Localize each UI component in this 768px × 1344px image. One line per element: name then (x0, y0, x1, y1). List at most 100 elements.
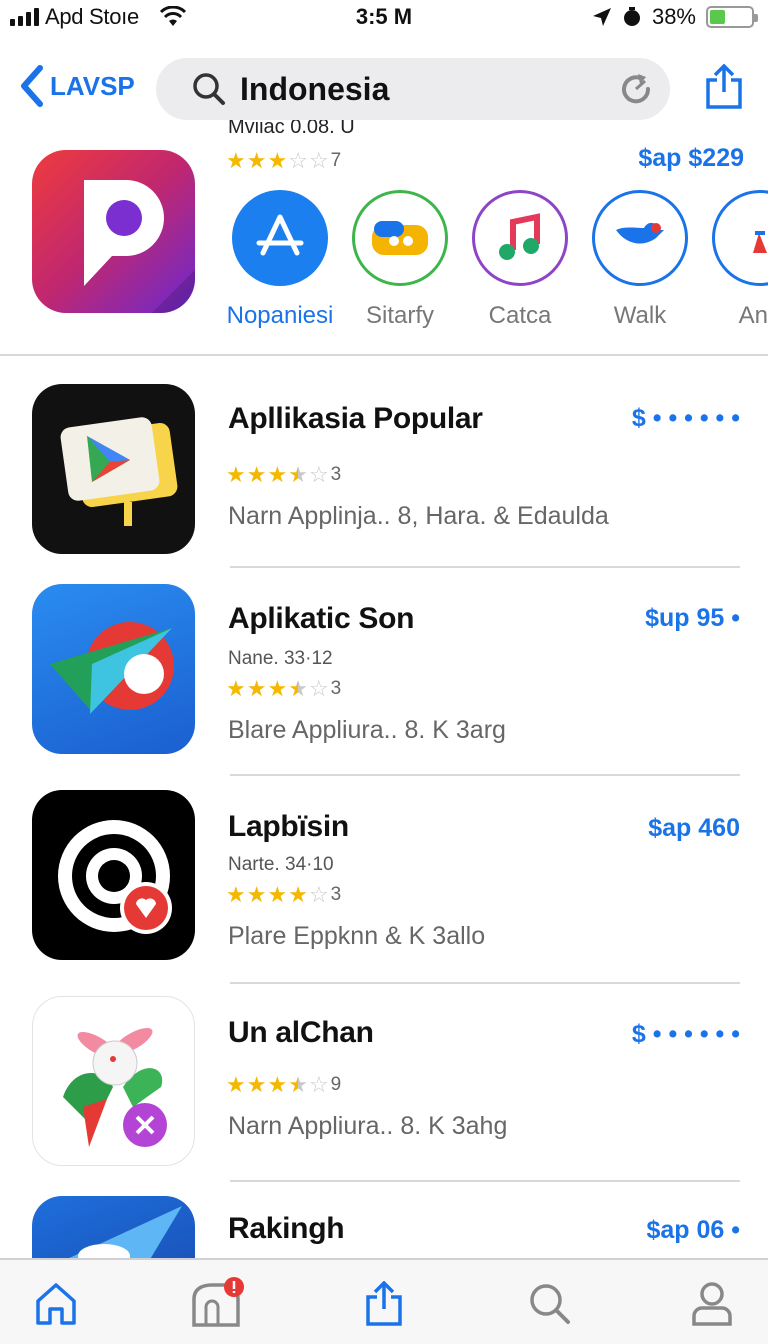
category-row: Nopaniesi Sitarfy Catca Walk And (228, 190, 768, 340)
rating-stars: ★ ★ ★ ★ ☆ (226, 1074, 329, 1096)
price-button[interactable]: $up 95 • (645, 604, 740, 633)
tab-updates[interactable] (354, 1274, 414, 1334)
star-icon: ★ (226, 462, 246, 487)
star-icon: ★ (267, 676, 288, 701)
star-icon: ★ (246, 882, 267, 907)
share-button[interactable] (704, 63, 744, 115)
star-icon: ☆ (288, 148, 308, 173)
app-title: Aplikatic Son (228, 602, 415, 635)
search-input[interactable]: Indonesia (156, 58, 670, 120)
star-icon: ★ (246, 148, 267, 173)
star-icon: ★ (246, 1072, 267, 1097)
category-label: Catca (488, 302, 552, 329)
rating-stars: ★ ★ ★ ★ ☆ (226, 678, 329, 700)
rating-stars: ★ ★ ★ ★ ☆ (226, 464, 329, 486)
alarm-icon (623, 7, 640, 26)
star-icon: ★ (267, 462, 288, 487)
star-icon: ★ (226, 882, 246, 907)
play-store-app-icon (32, 384, 195, 554)
status-bar: Apd Stoıe 3:5 M 38% (0, 0, 768, 36)
star-icon: ☆ (308, 1072, 329, 1097)
category-item[interactable]: Walk (580, 190, 700, 330)
category-item[interactable]: And (700, 190, 768, 330)
send-app-icon (32, 1196, 195, 1258)
price-button[interactable]: $ap 460 (648, 814, 740, 843)
search-query: Indonesia (240, 70, 390, 107)
category-label: Sitarfy (365, 302, 434, 329)
category-item[interactable]: Sitarfy (340, 190, 460, 330)
back-label: LAVSP (50, 70, 135, 101)
category-item[interactable]: Catca (460, 190, 580, 330)
app-subtitle: Narte. 34·10 (228, 854, 334, 875)
star-icon: ★ (267, 882, 288, 907)
star-icon: ★ (267, 148, 288, 173)
price-button[interactable]: $ • • • • • • (632, 1020, 740, 1049)
tab-search[interactable] (520, 1274, 580, 1334)
divider (230, 774, 740, 776)
app-list-item[interactable]: Un alChan ★ ★ ★ ★ ☆ 9 Narn Appliura.. 8. K 3… (0, 996, 768, 1172)
tab-home[interactable] (26, 1274, 86, 1334)
rating-count: 3 (330, 884, 342, 905)
app-list-item[interactable]: Rakingh $ap 06 • (0, 1196, 768, 1258)
app-title: Un alChan (228, 1016, 374, 1049)
music-note-icon (472, 190, 568, 286)
app-rating: ★ ★ ★ ★ ☆ 3 (226, 884, 341, 906)
mailbox-icon (192, 1277, 244, 1327)
search-icon (193, 73, 225, 105)
category-label: Nopaniesi (228, 302, 334, 329)
target-heart-app-icon (32, 790, 195, 960)
price-button[interactable]: $ap 06 • (646, 1216, 740, 1245)
status-right: 38% (592, 4, 758, 30)
star-icon: ★ (267, 1072, 288, 1097)
rating-stars: ★ ★ ★ ★ ☆ (226, 884, 329, 906)
tab-apps[interactable] (186, 1274, 246, 1334)
star-icon: ☆ (308, 148, 329, 173)
rating-count: 7 (330, 150, 342, 171)
game-controller-icon (352, 190, 448, 286)
rating-count: 3 (330, 678, 342, 699)
category-label: And (738, 302, 768, 329)
tab-account[interactable] (682, 1274, 742, 1334)
app-title: Apllikasia Popular (228, 402, 483, 435)
share-icon (366, 1281, 402, 1326)
battery-icon (706, 6, 758, 28)
refresh-icon[interactable] (618, 71, 654, 107)
category-item[interactable]: Nopaniesi (228, 190, 340, 330)
star-icon: ★ (246, 462, 267, 487)
featured-price-button[interactable]: $ap $229 (638, 144, 744, 173)
rating-count: 9 (330, 1074, 342, 1095)
price-button[interactable]: $ • • • • • • (632, 404, 740, 433)
back-button[interactable]: LAVSP (18, 64, 135, 108)
app-meta: Narn Applinja.. 8, Hara. & Edaulda (228, 502, 609, 530)
featured-app-icon[interactable] (32, 150, 195, 313)
app-list-item[interactable]: Lapbïsin Narte. 34·10 ★ ★ ★ ★ ☆ 3 Plare Eppk… (0, 790, 768, 966)
app-meta: Narn Appliura.. 8. K 3ahg (228, 1112, 508, 1140)
person-icon (692, 1282, 732, 1326)
star-icon: ★ (246, 676, 267, 701)
rating-count: 3 (330, 464, 342, 485)
divider (230, 1180, 740, 1182)
star-icon: ★ (288, 1072, 308, 1097)
battery-percent: 38% (651, 4, 696, 29)
star-icon: ☆ (308, 462, 329, 487)
app-list-item[interactable]: Aplikatic Son Nane. 33·12 ★ ★ ★ ★ ☆ 3 Blare … (0, 584, 768, 760)
p-logo-icon (84, 180, 195, 313)
bird-icon (592, 190, 688, 286)
app-list-item[interactable]: Apllikasia Popular ★ ★ ★ ★ ☆ 3 Narn Applinja… (0, 384, 768, 560)
app-meta: Plare Eppknn & K 3allo (228, 922, 486, 950)
app-meta: Blare Appliura.. 8. K 3arg (228, 716, 506, 744)
paper-plane-app-icon (32, 584, 195, 754)
app-title: Rakingh (228, 1212, 345, 1245)
rabbit-app-icon (32, 996, 195, 1166)
app-store-icon (232, 190, 328, 286)
app-rating: ★ ★ ★ ★ ☆ 9 (226, 1074, 341, 1096)
star-icon: ★ (226, 676, 246, 701)
flag-icon (712, 190, 768, 286)
nav-bar: LAVSP Indonesia (0, 54, 768, 124)
app-rating: ★ ★ ★ ★ ☆ 3 (226, 678, 341, 700)
star-icon: ★ (288, 882, 308, 907)
app-rating: ★ ★ ★ ★ ☆ 3 (226, 464, 341, 486)
chevron-left-icon (21, 65, 43, 107)
featured-subtitle: Mviiac 0.08. U (228, 120, 355, 136)
star-icon: ★ (226, 1072, 246, 1097)
